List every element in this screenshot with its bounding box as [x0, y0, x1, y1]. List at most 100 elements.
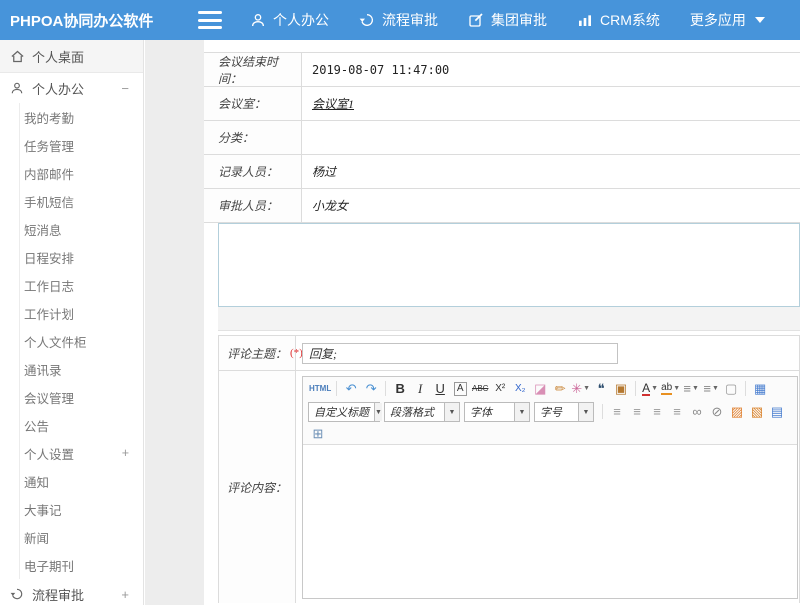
table-button[interactable]: ⊞ ▼: [309, 424, 327, 443]
field-label: 记录人员：: [204, 155, 302, 188]
paste-as-text-icon: ▣: [615, 381, 627, 397]
table-row-partial: [204, 40, 800, 53]
sidebar-item[interactable]: 工作计划: [20, 299, 143, 327]
insert-image-button[interactable]: ▧ ▼: [748, 402, 766, 421]
format-select[interactable]: 段落格式 ▼: [384, 402, 460, 422]
comment-subject-label: 评论主题： (*): [219, 336, 296, 370]
sidebar-item[interactable]: 日程安排: [20, 243, 143, 271]
italic-icon: I: [418, 381, 422, 397]
comment-subject-input[interactable]: [302, 343, 618, 364]
italic-button[interactable]: I ▼: [411, 379, 429, 398]
comment-content-row: 评论内容： HTML ▼ ↶ ▼: [219, 371, 799, 603]
unordered-list-button[interactable]: ≡ ▼: [702, 379, 720, 398]
align-right-button[interactable]: ≡ ▼: [648, 402, 666, 421]
dropdown-caret-icon: ▼: [651, 385, 658, 392]
nav-more-apps[interactable]: 更多应用: [690, 10, 765, 30]
toolbar-separator: [635, 381, 636, 396]
undo-button[interactable]: ↶ ▼: [342, 379, 360, 398]
bold-icon: B: [396, 381, 405, 396]
highlight-color-icon: ab: [661, 382, 672, 395]
nav-workflow-approval[interactable]: 流程审批: [359, 10, 438, 30]
note-line: [234, 271, 799, 302]
eraser-button[interactable]: ◪ ▼: [531, 379, 549, 398]
dropdown-caret-icon: ▼: [712, 385, 719, 392]
image-button[interactable]: ▨ ▼: [728, 402, 746, 421]
sidebar-item-desktop[interactable]: 个人桌面: [0, 40, 143, 73]
align-center-icon: ≡: [633, 404, 641, 419]
dropdown-caret-icon: ▼: [673, 385, 680, 392]
subscript-button[interactable]: X₂ ▼: [511, 379, 529, 398]
sidebar-item[interactable]: 新闻: [20, 523, 143, 551]
sidebar-item[interactable]: 手机短信: [20, 187, 143, 215]
sidebar-item-workflow[interactable]: 流程审批 +: [0, 579, 143, 605]
format-brush-button[interactable]: ✏ ▼: [551, 379, 569, 398]
blockquote-button[interactable]: ❝ ▼: [592, 379, 610, 398]
ordered-list-icon: ≡: [683, 381, 691, 396]
format-select[interactable]: 字号 ▼: [534, 402, 594, 422]
sidebar-item[interactable]: 通讯录: [20, 355, 143, 383]
collapse-toggle[interactable]: −: [121, 81, 129, 96]
sidebar-item[interactable]: 任务管理: [20, 131, 143, 159]
comment-table: 评论主题： (*) 评论内容： HTML: [218, 335, 800, 603]
redo-button[interactable]: ↷ ▼: [362, 379, 380, 398]
sidebar-item[interactable]: 短消息: [20, 215, 143, 243]
image-icon: ▨: [731, 404, 743, 420]
bold-button[interactable]: B ▼: [391, 379, 409, 398]
nav-crm[interactable]: CRM系统: [577, 10, 660, 30]
table-row: 分类：: [204, 121, 800, 155]
font-frame-button[interactable]: A ▼: [451, 379, 469, 398]
sidebar-item[interactable]: 工作日志: [20, 271, 143, 299]
sidebar-item[interactable]: 大事记: [20, 495, 143, 523]
format-select[interactable]: 自定义标题 ▼: [308, 402, 380, 422]
font-color-button[interactable]: A ▼: [641, 379, 659, 398]
top-bar: PHPOA协同办公软件 个人办公 流程审批 集团审批 CRM系统: [0, 0, 800, 40]
sidebar-item[interactable]: 个人设置 +: [20, 439, 143, 467]
fullscreen-icon: ▦: [754, 381, 766, 397]
toolbar-separator: [745, 381, 746, 396]
underline-button[interactable]: U ▼: [431, 379, 449, 398]
sidebar-item[interactable]: 会议管理: [20, 383, 143, 411]
sidebar-item[interactable]: 通知: [20, 467, 143, 495]
superscript-button[interactable]: X² ▼: [491, 379, 509, 398]
app-logo: PHPOA协同办公软件: [0, 10, 186, 31]
format-select[interactable]: 字体 ▼: [464, 402, 530, 422]
paste-as-text-button[interactable]: ▣ ▼: [612, 379, 630, 398]
special-symbol-button[interactable]: ✳ ▼: [571, 379, 590, 398]
align-justify-button[interactable]: ≡ ▼: [668, 402, 686, 421]
media-button[interactable]: ▤ ▼: [768, 402, 786, 421]
sidebar-item-personal-office[interactable]: 个人办公 −: [0, 73, 143, 103]
source-mode-button[interactable]: HTML ▼: [309, 379, 331, 398]
sidebar-item[interactable]: 我的考勤: [20, 103, 143, 131]
expand-toggle[interactable]: +: [122, 446, 129, 460]
fullscreen-button[interactable]: ▦ ▼: [751, 379, 769, 398]
comment-subject-row: 评论主题： (*): [219, 336, 799, 371]
sidebar-item[interactable]: 内部邮件: [20, 159, 143, 187]
align-right-icon: ≡: [653, 404, 661, 419]
content-statusbar: [218, 307, 800, 331]
sidebar-item[interactable]: 电子期刊: [20, 551, 143, 579]
note-line: [234, 240, 799, 271]
menu-icon[interactable]: [198, 11, 222, 29]
strikethrough-icon: ABC: [472, 384, 488, 393]
nav-group-approval[interactable]: 集团审批: [468, 10, 547, 30]
sidebar-item[interactable]: 个人文件柜: [20, 327, 143, 355]
link-icon: ∞: [692, 404, 701, 419]
ordered-list-button[interactable]: ≡ ▼: [682, 379, 700, 398]
chevron-down-icon: [755, 17, 765, 23]
new-page-button[interactable]: ▢ ▼: [722, 379, 740, 398]
editor-content-area[interactable]: [303, 445, 797, 598]
nav-personal-office[interactable]: 个人办公: [250, 10, 329, 30]
rich-text-editor: HTML ▼ ↶ ▼ ↷ ▼ B ▼: [302, 376, 798, 599]
strikethrough-button[interactable]: ABC ▼: [471, 379, 489, 398]
align-center-button[interactable]: ≡ ▼: [628, 402, 646, 421]
align-left-button[interactable]: ≡ ▼: [608, 402, 626, 421]
link-button[interactable]: ∞ ▼: [688, 402, 706, 421]
unlink-button[interactable]: ⊘ ▼: [708, 402, 726, 421]
sidebar-item[interactable]: 公告: [20, 411, 143, 439]
editor-toolbar-row3: ⊞ ▼: [303, 423, 797, 445]
align-left-icon: ≡: [613, 404, 621, 419]
format-selects: 自定义标题 ▼ 段落格式 ▼ 字体 ▼ 字号: [308, 402, 598, 422]
expand-toggle[interactable]: +: [121, 587, 129, 602]
field-label: 审批人员：: [204, 189, 302, 222]
highlight-color-button[interactable]: ab ▼: [661, 379, 680, 398]
